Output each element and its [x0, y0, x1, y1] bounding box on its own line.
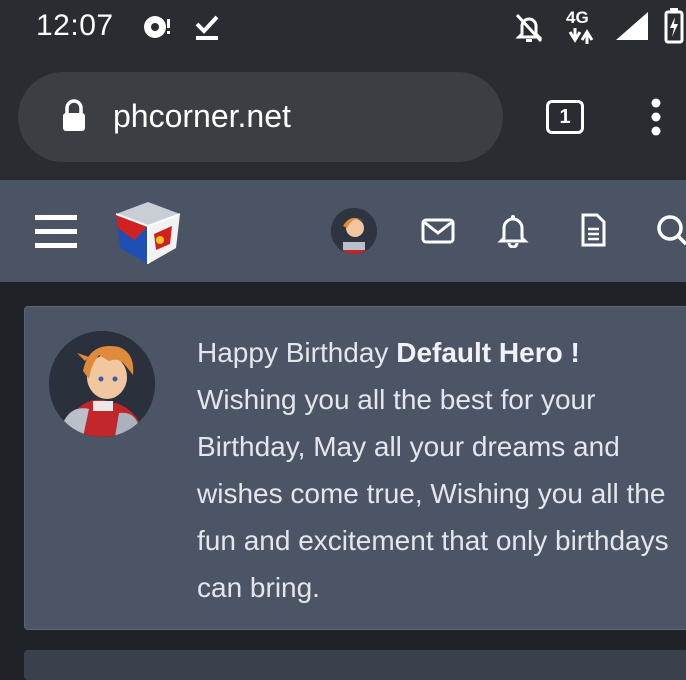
lock-icon: [61, 99, 87, 138]
mail-icon[interactable]: [421, 218, 455, 249]
signal-icon: [614, 10, 650, 47]
birthday-message: Happy Birthday Default Hero ! Wishing yo…: [197, 329, 686, 611]
network-4g-icon: 4G: [566, 8, 589, 27]
data-arrows-icon: [568, 28, 594, 49]
greeting-text: Happy Birthday: [197, 337, 397, 368]
next-card-edge: [24, 650, 686, 680]
wishes-text: Wishing you all the best for your Birthd…: [197, 384, 669, 603]
notifications-off-icon: [514, 12, 544, 49]
hamburger-menu-icon[interactable]: [35, 213, 77, 254]
sync-icon: [142, 14, 172, 45]
page-content: Happy Birthday Default Hero ! Wishing yo…: [0, 282, 686, 680]
address-bar[interactable]: phcorner.net: [18, 72, 503, 162]
url-text: phcorner.net: [113, 98, 291, 134]
status-bar: 12:07 4G: [0, 0, 686, 54]
birthday-avatar[interactable]: [49, 331, 155, 437]
document-icon[interactable]: [580, 213, 606, 252]
site-logo[interactable]: [114, 200, 182, 271]
site-header: [0, 180, 686, 282]
browser-toolbar: phcorner.net 1: [0, 54, 686, 180]
more-vert-icon[interactable]: [648, 98, 664, 143]
status-time: 12:07: [36, 9, 114, 42]
download-done-icon: [194, 14, 220, 47]
birthday-name[interactable]: Default Hero !: [396, 337, 580, 368]
bell-icon[interactable]: [497, 212, 529, 253]
tabs-button[interactable]: 1: [546, 100, 584, 134]
user-avatar[interactable]: [331, 208, 377, 254]
battery-charging-icon: [664, 8, 684, 49]
search-icon[interactable]: [656, 214, 686, 253]
birthday-card: Happy Birthday Default Hero ! Wishing yo…: [24, 306, 686, 630]
